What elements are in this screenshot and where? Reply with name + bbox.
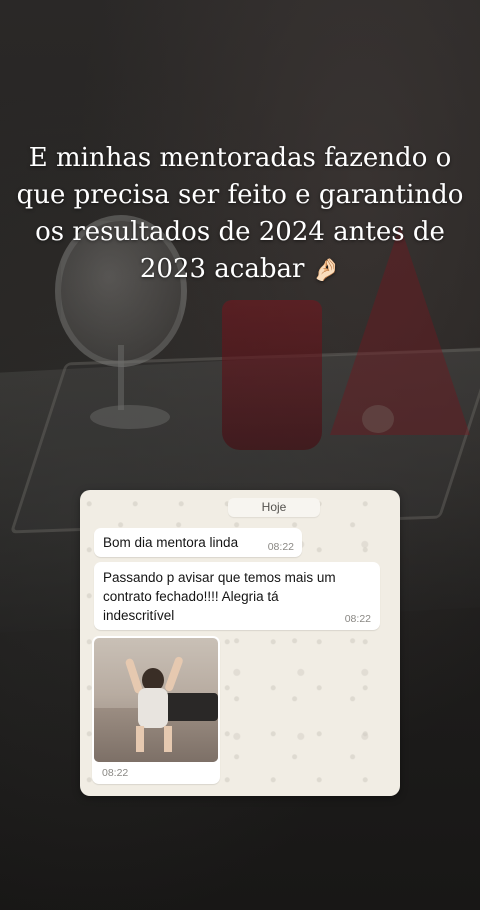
message-time: 08:22 xyxy=(102,767,129,779)
story-screen: E minhas mentoradas fazendo o que precis… xyxy=(0,0,480,910)
message-time: 08:22 xyxy=(267,541,294,553)
whatsapp-chat-screenshot: Hoje Bom dia mentora linda 08:22 Passand… xyxy=(80,490,400,796)
background-mirror-stand xyxy=(118,345,124,410)
story-caption-text: E minhas mentoradas fazendo o que precis… xyxy=(16,143,464,284)
background-mirror-base xyxy=(90,405,170,429)
message-time: 08:22 xyxy=(344,613,371,625)
story-caption: E minhas mentoradas fazendo o que precis… xyxy=(10,140,470,289)
photo-child-arm-right xyxy=(164,655,184,693)
message-text: Bom dia mentora linda xyxy=(103,535,239,550)
message-bubble: Passando p avisar que temos mais um cont… xyxy=(94,562,380,630)
background-red-glass xyxy=(222,300,322,450)
photo-child-legs xyxy=(136,726,172,752)
image-message-bubble: 08:22 xyxy=(92,636,220,784)
date-chip: Hoje xyxy=(228,498,320,517)
photo-child-body xyxy=(138,688,168,728)
message-bubble: Bom dia mentora linda 08:22 xyxy=(94,528,302,557)
message-photo xyxy=(94,638,218,762)
message-text: Passando p avisar que temos mais um cont… xyxy=(103,570,336,623)
background-pinecone xyxy=(362,405,394,433)
pinched-fingers-emoji: 🤌🏻 xyxy=(312,258,341,283)
